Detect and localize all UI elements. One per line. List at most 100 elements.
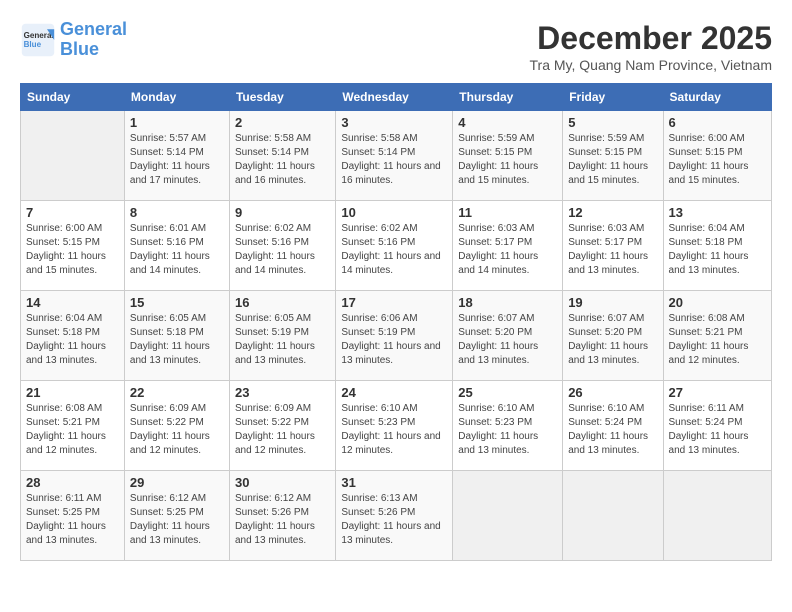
day-info: Sunrise: 6:01 AM Sunset: 5:16 PM Dayligh… — [130, 222, 224, 278]
header-friday: Friday — [563, 84, 663, 111]
calendar-cell: 6 Sunrise: 6:00 AM Sunset: 5:15 PM Daylig… — [663, 111, 771, 201]
logo-icon: General Blue — [20, 22, 56, 58]
title-section: December 2025 Tra My, Quang Nam Province… — [530, 20, 773, 73]
calendar-cell: 26Sunrise: 6:10 AM Sunset: 5:24 PM Dayli… — [563, 381, 663, 471]
calendar-cell: 16Sunrise: 6:05 AM Sunset: 5:19 PM Dayli… — [229, 291, 335, 381]
day-number: 23 — [235, 385, 330, 400]
day-number: 25 — [458, 385, 557, 400]
day-number: 6 — [669, 115, 766, 130]
calendar-cell: 9Sunrise: 6:02 AM Sunset: 5:16 PM Daylig… — [229, 201, 335, 291]
calendar-cell: 23 Sunrise: 6:09 AM Sunset: 5:22 PM Dayli… — [229, 381, 335, 471]
day-info: Sunrise: 6:00 AM Sunset: 5:15 PM Dayligh… — [26, 222, 119, 278]
logo-text: GeneralBlue — [60, 20, 127, 60]
calendar-cell: 14 Sunrise: 6:04 AM Sunset: 5:18 PM Dayli… — [21, 291, 125, 381]
day-info: Sunrise: 6:12 AM Sunset: 5:25 PM Dayligh… — [130, 492, 224, 548]
calendar-cell: 24 Sunrise: 6:10 AM Sunset: 5:23 PM Dayli… — [336, 381, 453, 471]
calendar-cell: 13 Sunrise: 6:04 AM Sunset: 5:18 PM Dayli… — [663, 201, 771, 291]
day-number: 11 — [458, 205, 557, 220]
header-tuesday: Tuesday — [229, 84, 335, 111]
day-info: Sunrise: 6:11 AM Sunset: 5:24 PM Dayligh… — [669, 402, 766, 458]
calendar-cell: 28 Sunrise: 6:11 AM Sunset: 5:25 PM Dayli… — [21, 471, 125, 561]
calendar-week-row: 7 Sunrise: 6:00 AM Sunset: 5:15 PM Daylig… — [21, 201, 772, 291]
calendar-cell: 4 Sunrise: 5:59 AM Sunset: 5:15 PM Daylig… — [453, 111, 563, 201]
day-number: 2 — [235, 115, 330, 130]
day-number: 5 — [568, 115, 657, 130]
calendar-cell: 18 Sunrise: 6:07 AM Sunset: 5:20 PM Dayli… — [453, 291, 563, 381]
day-number: 13 — [669, 205, 766, 220]
day-info: Sunrise: 6:04 AM Sunset: 5:18 PM Dayligh… — [669, 222, 766, 278]
day-number: 27 — [669, 385, 766, 400]
day-number: 21 — [26, 385, 119, 400]
calendar-week-row: 28 Sunrise: 6:11 AM Sunset: 5:25 PM Dayli… — [21, 471, 772, 561]
day-number: 12 — [568, 205, 657, 220]
day-number: 29 — [130, 475, 224, 490]
calendar-cell: 1 Sunrise: 5:57 AM Sunset: 5:14 PM Daylig… — [124, 111, 229, 201]
day-number: 18 — [458, 295, 557, 310]
calendar-cell: 8Sunrise: 6:01 AM Sunset: 5:16 PM Daylig… — [124, 201, 229, 291]
calendar-cell: 20Sunrise: 6:08 AM Sunset: 5:21 PM Dayli… — [663, 291, 771, 381]
header-thursday: Thursday — [453, 84, 563, 111]
day-number: 14 — [26, 295, 119, 310]
day-info: Sunrise: 6:11 AM Sunset: 5:25 PM Dayligh… — [26, 492, 119, 548]
day-info: Sunrise: 6:10 AM Sunset: 5:24 PM Dayligh… — [568, 402, 657, 458]
day-number: 1 — [130, 115, 224, 130]
calendar-cell — [663, 471, 771, 561]
day-info: Sunrise: 5:58 AM Sunset: 5:14 PM Dayligh… — [341, 132, 447, 188]
day-info: Sunrise: 5:59 AM Sunset: 5:15 PM Dayligh… — [568, 132, 657, 188]
day-info: Sunrise: 5:59 AM Sunset: 5:15 PM Dayligh… — [458, 132, 557, 188]
day-info: Sunrise: 6:03 AM Sunset: 5:17 PM Dayligh… — [568, 222, 657, 278]
day-number: 7 — [26, 205, 119, 220]
calendar-cell — [453, 471, 563, 561]
calendar-table: SundayMondayTuesdayWednesdayThursdayFrid… — [20, 83, 772, 561]
header-monday: Monday — [124, 84, 229, 111]
day-number: 31 — [341, 475, 447, 490]
day-info: Sunrise: 6:09 AM Sunset: 5:22 PM Dayligh… — [235, 402, 330, 458]
day-info: Sunrise: 6:05 AM Sunset: 5:19 PM Dayligh… — [235, 312, 330, 368]
day-number: 17 — [341, 295, 447, 310]
header-saturday: Saturday — [663, 84, 771, 111]
month-title: December 2025 — [530, 20, 773, 57]
day-number: 24 — [341, 385, 447, 400]
day-info: Sunrise: 6:07 AM Sunset: 5:20 PM Dayligh… — [458, 312, 557, 368]
svg-text:Blue: Blue — [24, 40, 42, 49]
day-number: 10 — [341, 205, 447, 220]
day-info: Sunrise: 6:07 AM Sunset: 5:20 PM Dayligh… — [568, 312, 657, 368]
day-number: 15 — [130, 295, 224, 310]
day-info: Sunrise: 6:09 AM Sunset: 5:22 PM Dayligh… — [130, 402, 224, 458]
day-number: 20 — [669, 295, 766, 310]
calendar-week-row: 21 Sunrise: 6:08 AM Sunset: 5:21 PM Dayli… — [21, 381, 772, 471]
calendar-cell: 7 Sunrise: 6:00 AM Sunset: 5:15 PM Daylig… — [21, 201, 125, 291]
day-info: Sunrise: 6:13 AM Sunset: 5:26 PM Dayligh… — [341, 492, 447, 548]
day-info: Sunrise: 6:00 AM Sunset: 5:15 PM Dayligh… — [669, 132, 766, 188]
day-info: Sunrise: 6:08 AM Sunset: 5:21 PM Dayligh… — [26, 402, 119, 458]
day-info: Sunrise: 6:05 AM Sunset: 5:18 PM Dayligh… — [130, 312, 224, 368]
day-number: 4 — [458, 115, 557, 130]
calendar-cell: 22 Sunrise: 6:09 AM Sunset: 5:22 PM Dayli… — [124, 381, 229, 471]
day-info: Sunrise: 6:03 AM Sunset: 5:17 PM Dayligh… — [458, 222, 557, 278]
calendar-cell: 27 Sunrise: 6:11 AM Sunset: 5:24 PM Dayli… — [663, 381, 771, 471]
calendar-cell — [21, 111, 125, 201]
logo: General Blue GeneralBlue — [20, 20, 127, 60]
day-number: 19 — [568, 295, 657, 310]
day-number: 30 — [235, 475, 330, 490]
day-info: Sunrise: 5:58 AM Sunset: 5:14 PM Dayligh… — [235, 132, 330, 188]
calendar-cell: 17 Sunrise: 6:06 AM Sunset: 5:19 PM Dayli… — [336, 291, 453, 381]
day-number: 28 — [26, 475, 119, 490]
calendar-cell: 3 Sunrise: 5:58 AM Sunset: 5:14 PM Daylig… — [336, 111, 453, 201]
calendar-cell: 21 Sunrise: 6:08 AM Sunset: 5:21 PM Dayli… — [21, 381, 125, 471]
day-info: Sunrise: 6:10 AM Sunset: 5:23 PM Dayligh… — [341, 402, 447, 458]
calendar-cell: 31 Sunrise: 6:13 AM Sunset: 5:26 PM Dayli… — [336, 471, 453, 561]
calendar-cell: 29 Sunrise: 6:12 AM Sunset: 5:25 PM Dayli… — [124, 471, 229, 561]
day-info: Sunrise: 5:57 AM Sunset: 5:14 PM Dayligh… — [130, 132, 224, 188]
day-info: Sunrise: 6:10 AM Sunset: 5:23 PM Dayligh… — [458, 402, 557, 458]
day-number: 3 — [341, 115, 447, 130]
calendar-cell: 30Sunrise: 6:12 AM Sunset: 5:26 PM Dayli… — [229, 471, 335, 561]
calendar-cell: 12 Sunrise: 6:03 AM Sunset: 5:17 PM Dayli… — [563, 201, 663, 291]
calendar-cell: 15 Sunrise: 6:05 AM Sunset: 5:18 PM Dayli… — [124, 291, 229, 381]
calendar-cell — [563, 471, 663, 561]
day-number: 22 — [130, 385, 224, 400]
day-info: Sunrise: 6:04 AM Sunset: 5:18 PM Dayligh… — [26, 312, 119, 368]
calendar-cell: 2 Sunrise: 5:58 AM Sunset: 5:14 PM Daylig… — [229, 111, 335, 201]
day-info: Sunrise: 6:06 AM Sunset: 5:19 PM Dayligh… — [341, 312, 447, 368]
calendar-cell: 11 Sunrise: 6:03 AM Sunset: 5:17 PM Dayli… — [453, 201, 563, 291]
